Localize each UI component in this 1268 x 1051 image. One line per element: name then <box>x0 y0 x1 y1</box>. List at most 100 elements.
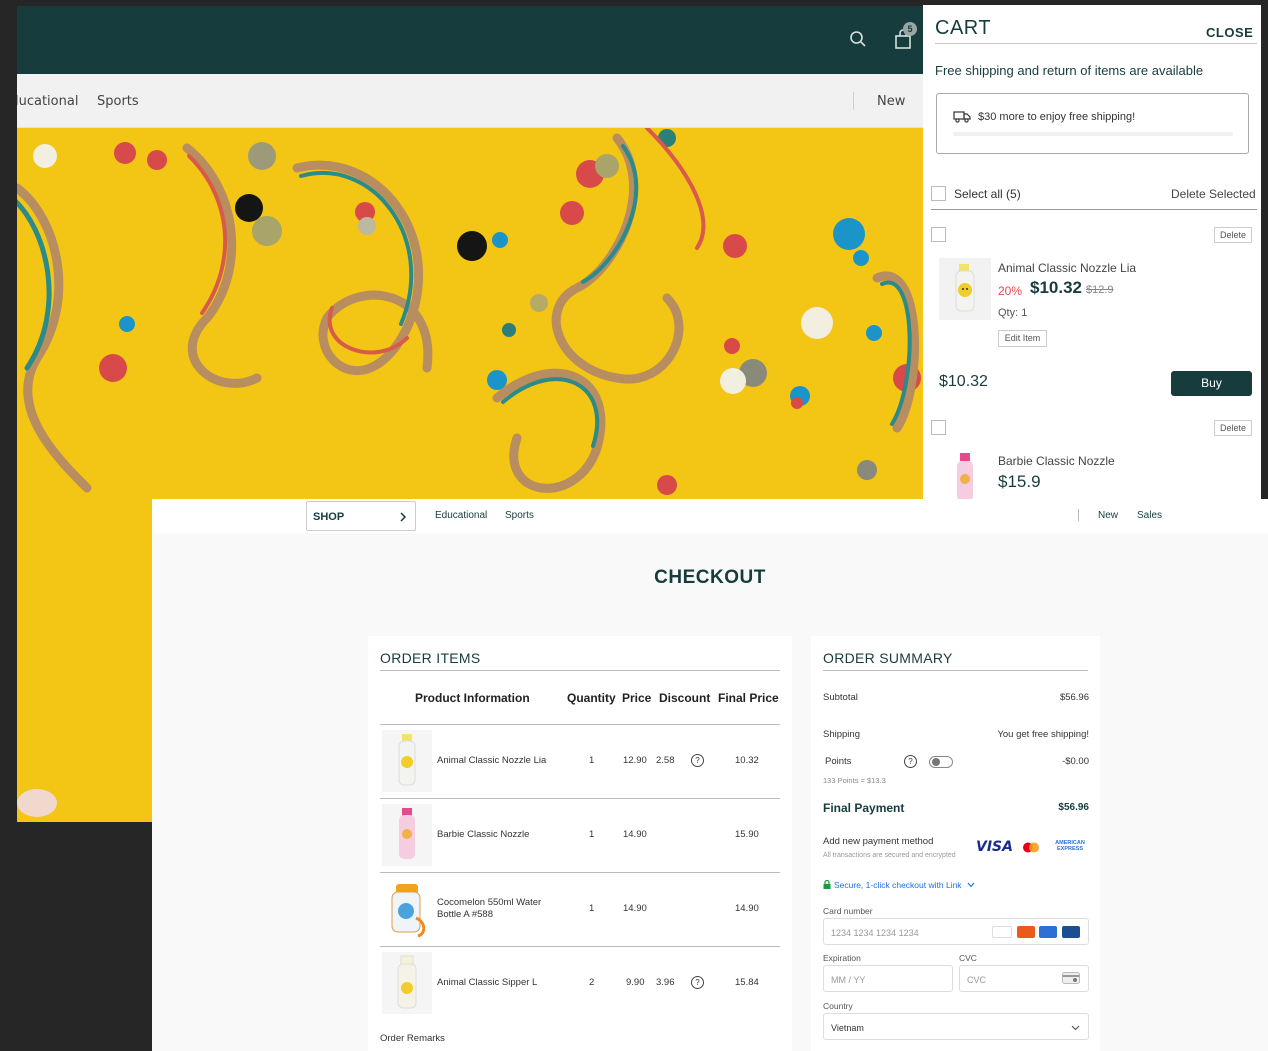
nav-item-new[interactable]: New <box>1098 510 1118 521</box>
shop-label: SHOP <box>313 511 345 523</box>
cart-title: CART <box>935 17 992 39</box>
cart-item-qty: Qty: 1 <box>998 307 1028 319</box>
chevron-right-icon <box>400 512 407 522</box>
item-checkbox[interactable] <box>931 227 946 242</box>
lock-icon <box>823 880 831 889</box>
col-header-quantity: Quantity <box>567 691 616 705</box>
discount-cell: 3.96 <box>656 977 675 988</box>
product-thumbnail[interactable] <box>939 258 991 320</box>
delete-item-button[interactable]: Delete <box>1214 420 1252 436</box>
expiration-label: Expiration <box>823 953 861 963</box>
order-items-title: ORDER ITEMS <box>380 650 481 666</box>
cart-item-name[interactable]: Animal Classic Nozzle Lia <box>998 261 1136 275</box>
expiration-placeholder: MM / YY <box>831 975 866 985</box>
checkout-hero: CHECKOUT <box>152 533 1268 623</box>
chevron-down-icon <box>967 882 975 888</box>
points-toggle[interactable] <box>929 756 953 768</box>
final-price-cell: 14.90 <box>735 903 759 914</box>
store-header: 5 <box>17 6 923 74</box>
bottle-image <box>399 808 415 859</box>
bottle-image <box>397 955 417 1009</box>
unionpay-card-icon <box>1062 926 1080 938</box>
original-price: $12.9 <box>1086 284 1114 296</box>
shipping-label: Shipping <box>823 729 860 740</box>
product-thumbnail[interactable] <box>382 878 432 940</box>
edit-item-button[interactable]: Edit Item <box>998 330 1047 347</box>
select-all-checkbox[interactable] <box>931 186 946 201</box>
final-payment-label: Final Payment <box>823 801 905 815</box>
nav-item-educational[interactable]: lucational <box>17 94 78 109</box>
subtotal-label: Subtotal <box>823 692 858 703</box>
price-cell: 14.90 <box>623 829 647 840</box>
cvc-input[interactable]: CVC <box>959 965 1089 992</box>
nav-item-sports[interactable]: Sports <box>505 510 534 521</box>
cart-count-badge: 5 <box>903 22 917 36</box>
price-cell: 14.90 <box>623 903 647 914</box>
expiration-input[interactable]: MM / YY <box>823 965 953 992</box>
nav-item-educational[interactable]: Educational <box>435 510 487 521</box>
divider <box>823 670 1088 671</box>
card-number-placeholder: 1234 1234 1234 1234 <box>831 928 919 938</box>
help-icon[interactable]: ? <box>904 755 917 768</box>
cart-close-button[interactable]: CLOSE <box>1206 25 1253 40</box>
cvc-placeholder: CVC <box>967 975 987 985</box>
divider <box>380 798 780 799</box>
product-thumbnail[interactable] <box>382 804 432 866</box>
divider <box>931 209 1257 210</box>
shop-menu-button[interactable]: SHOP <box>306 501 416 531</box>
country-label: Country <box>823 1001 853 1011</box>
points-value: -$0.00 <box>1062 756 1089 767</box>
link-checkout-button[interactable]: Secure, 1-click checkout with Link <box>823 880 975 890</box>
card-number-label: Card number <box>823 906 873 916</box>
nav-item-sales[interactable]: Sales <box>1137 510 1162 521</box>
nav-item-new[interactable]: New <box>877 94 905 109</box>
truck-icon <box>953 111 971 123</box>
card-number-input[interactable]: 1234 1234 1234 1234 <box>823 918 1089 945</box>
progress-text: $30 more to enjoy free shipping! <box>978 111 1136 123</box>
visa-logo: VISA <box>976 839 1013 855</box>
progress-bar <box>953 132 1233 136</box>
accepted-cards <box>990 926 1080 938</box>
help-icon[interactable]: ? <box>691 754 704 767</box>
toggle-knob <box>932 758 940 766</box>
country-select[interactable]: Vietnam <box>823 1013 1089 1040</box>
buy-button[interactable]: Buy <box>1171 371 1252 396</box>
final-payment-value: $56.96 <box>1058 802 1089 813</box>
product-name: Animal Classic Sipper L <box>437 977 538 988</box>
chevron-down-icon <box>1071 1025 1080 1031</box>
product-thumbnail[interactable] <box>939 451 991 499</box>
shipping-value: You get free shipping! <box>997 729 1089 740</box>
help-icon[interactable]: ? <box>691 976 704 989</box>
final-price-cell: 15.90 <box>735 829 759 840</box>
discount-cell: 2.58 <box>656 755 675 766</box>
divider <box>935 43 1257 44</box>
bottle-image <box>955 264 975 312</box>
product-thumbnail[interactable] <box>382 952 432 1014</box>
bottle-image <box>398 734 416 786</box>
product-thumbnail[interactable] <box>382 730 432 792</box>
discount-percent: 20% <box>998 284 1023 298</box>
mastercard-logo <box>1023 842 1039 853</box>
points-note: 133 Points = $13.3 <box>823 776 886 785</box>
cart-item-name[interactable]: Barbie Classic Nozzle <box>998 454 1115 468</box>
checkout-nav: SHOP Educational Sports New Sales <box>152 499 1268 533</box>
search-icon[interactable] <box>849 30 867 48</box>
free-shipping-progress: $30 more to enjoy free shipping! <box>936 93 1249 154</box>
product-name: Cocomelon 550ml Water Bottle A #588 <box>437 897 542 920</box>
bottle-image <box>957 453 973 499</box>
col-header-price: Price <box>622 691 652 705</box>
divider <box>380 724 780 725</box>
nav-item-sports[interactable]: Sports <box>97 94 139 109</box>
divider <box>380 670 780 671</box>
cvc-card-icon <box>1062 972 1080 984</box>
item-checkbox[interactable] <box>931 420 946 435</box>
delete-item-button[interactable]: Delete <box>1214 227 1252 243</box>
amex-logo: AMERICAN EXPRESS <box>1055 840 1085 852</box>
cart-item-total: $10.32 <box>939 373 988 390</box>
divider <box>380 946 780 947</box>
col-header-final-price: Final Price <box>718 691 779 705</box>
page-title: CHECKOUT <box>654 567 766 588</box>
delete-selected-button[interactable]: Delete Selected <box>1171 187 1256 201</box>
quantity-cell: 2 <box>589 977 595 988</box>
final-price-cell: 10.32 <box>735 755 759 766</box>
